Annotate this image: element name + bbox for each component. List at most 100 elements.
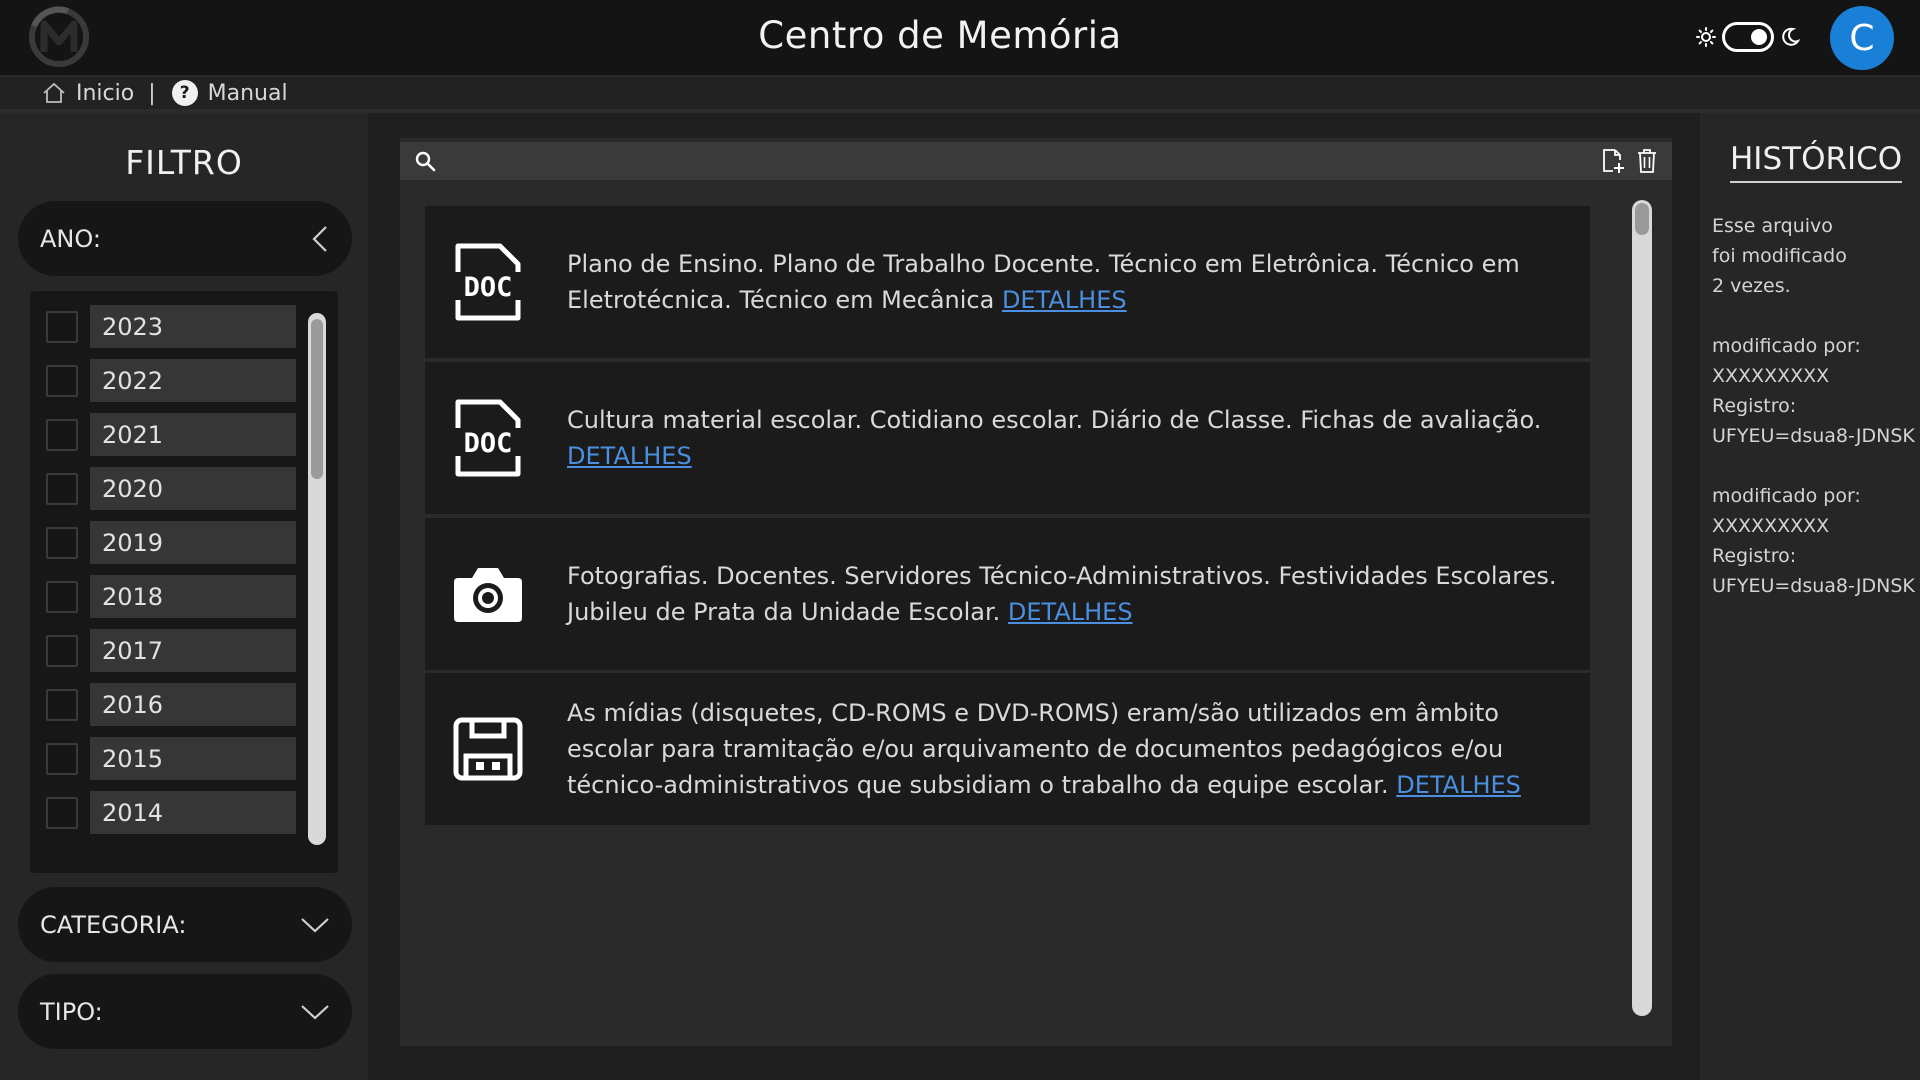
details-link[interactable]: DETALHES xyxy=(1002,286,1127,314)
theme-toggle[interactable] xyxy=(1696,22,1800,52)
switch-knob xyxy=(1751,29,1767,45)
document-description: Plano de Ensino. Plano de Trabalho Docen… xyxy=(567,246,1567,318)
history-modified-label: modificado por: xyxy=(1712,335,1861,357)
doc-icon: DOC xyxy=(452,398,524,478)
history-user: XXXXXXXXX xyxy=(1712,515,1830,537)
breadcrumb: Inicio | ? Manual xyxy=(0,75,1920,113)
breadcrumb-separator: | xyxy=(148,80,156,106)
svg-text:DOC: DOC xyxy=(464,272,513,303)
delete-button[interactable] xyxy=(1632,146,1662,176)
year-label: 2017 xyxy=(90,629,296,672)
year-list-scrollbar[interactable] xyxy=(308,313,326,845)
history-modified-label: modificado por: xyxy=(1712,485,1861,507)
home-icon xyxy=(43,82,65,103)
tipo-filter-toggle[interactable]: TIPO: xyxy=(18,974,352,1049)
history-title: HISTÓRICO xyxy=(1730,141,1903,183)
svg-text:DOC: DOC xyxy=(464,428,513,459)
document-card[interactable]: DOC Cultura material escolar. Cotidiano e… xyxy=(425,362,1590,514)
year-checkbox[interactable] xyxy=(46,472,78,505)
chevron-down-icon xyxy=(301,917,329,932)
history-intro-line: foi modificado xyxy=(1712,245,1847,267)
year-label: 2022 xyxy=(90,359,296,402)
document-text: As mídias (disquetes, CD-ROMS e DVD-ROMS… xyxy=(567,699,1504,799)
year-checkbox[interactable] xyxy=(46,526,78,559)
document-card[interactable]: DOC Plano de Ensino. Plano de Trabalho Do… xyxy=(425,206,1590,358)
year-option[interactable]: 2023 xyxy=(46,305,296,348)
year-label: 2018 xyxy=(90,575,296,618)
year-option[interactable]: 2015 xyxy=(46,737,296,780)
add-file-button[interactable] xyxy=(1598,146,1628,176)
details-link[interactable]: DETALHES xyxy=(1008,598,1133,626)
trash-icon xyxy=(1638,149,1656,173)
search-icon xyxy=(415,151,436,172)
floppy-disk-icon xyxy=(452,709,524,789)
year-checkbox[interactable] xyxy=(46,742,78,775)
details-link[interactable]: DETALHES xyxy=(567,442,692,470)
year-checkbox[interactable] xyxy=(46,688,78,721)
history-user: XXXXXXXXX xyxy=(1712,365,1830,387)
categoria-filter-toggle[interactable]: CATEGORIA: xyxy=(18,887,352,962)
filter-sidebar: FILTRO ANO: 2023 2022 2021 2020 2019 2018 2017… xyxy=(0,113,368,1080)
theme-switch[interactable] xyxy=(1722,22,1774,52)
history-record-label: Registro: xyxy=(1712,545,1797,567)
year-checkbox[interactable] xyxy=(46,580,78,613)
chevron-left-icon xyxy=(312,225,327,252)
document-text: Cultura material escolar. Cotidiano esco… xyxy=(567,406,1542,434)
year-label: 2023 xyxy=(90,305,296,348)
document-description: As mídias (disquetes, CD-ROMS e DVD-ROMS… xyxy=(567,695,1567,803)
year-label: 2020 xyxy=(90,467,296,510)
year-option[interactable]: 2014 xyxy=(46,791,296,834)
doc-icon: DOC xyxy=(452,242,524,322)
year-option[interactable]: 2016 xyxy=(46,683,296,726)
year-checkbox[interactable] xyxy=(46,310,78,343)
details-link[interactable]: DETALHES xyxy=(1396,771,1521,799)
history-record: UFYEU=dsua8-JDNSK xyxy=(1712,425,1915,447)
search-input[interactable] xyxy=(446,146,1594,176)
year-label: 2015 xyxy=(90,737,296,780)
ano-label: ANO: xyxy=(40,224,101,253)
history-panel: HISTÓRICO Esse arquivo foi modificado 2 … xyxy=(1700,113,1920,1080)
search-bar xyxy=(400,142,1672,180)
year-label: 2016 xyxy=(90,683,296,726)
filter-title: FILTRO xyxy=(125,143,243,182)
ano-filter-toggle[interactable]: ANO: xyxy=(18,201,352,276)
year-checkbox[interactable] xyxy=(46,634,78,667)
document-card[interactable]: As mídias (disquetes, CD-ROMS e DVD-ROMS… xyxy=(425,673,1590,825)
year-list: 2023 2022 2021 2020 2019 2018 2017 2016 2015 2014 xyxy=(30,291,338,873)
year-option[interactable]: 2021 xyxy=(46,413,296,456)
year-checkbox[interactable] xyxy=(46,364,78,397)
scrollbar-thumb[interactable] xyxy=(311,319,323,479)
moon-icon xyxy=(1782,27,1800,46)
document-description: Cultura material escolar. Cotidiano esco… xyxy=(567,402,1567,474)
year-label: 2019 xyxy=(90,521,296,564)
year-option[interactable]: 2019 xyxy=(46,521,296,564)
scrollbar-thumb[interactable] xyxy=(1635,203,1649,235)
breadcrumb-manual[interactable]: ? Manual xyxy=(171,80,288,106)
document-description: Fotografias. Docentes. Servidores Técnic… xyxy=(567,558,1567,630)
history-intro-line: Esse arquivo xyxy=(1712,215,1833,237)
categoria-label: CATEGORIA: xyxy=(40,910,187,939)
user-avatar[interactable]: C xyxy=(1830,6,1894,70)
year-option[interactable]: 2018 xyxy=(46,575,296,618)
breadcrumb-home[interactable]: Inicio xyxy=(42,81,134,106)
manual-label: Manual xyxy=(207,80,288,106)
sun-icon xyxy=(1696,27,1716,47)
file-add-icon xyxy=(1603,149,1624,173)
document-card[interactable]: Fotografias. Docentes. Servidores Técnic… xyxy=(425,518,1590,670)
document-list-panel: DOC Plano de Ensino. Plano de Trabalho Do… xyxy=(400,138,1672,1046)
year-option[interactable]: 2017 xyxy=(46,629,296,672)
home-label: Inicio xyxy=(76,80,135,106)
app-title: Centro de Memória xyxy=(758,14,1122,57)
year-checkbox[interactable] xyxy=(46,796,78,829)
help-icon: ? xyxy=(171,80,198,106)
year-label: 2021 xyxy=(90,413,296,456)
history-record-label: Registro: xyxy=(1712,395,1797,417)
year-label: 2014 xyxy=(90,791,296,834)
history-intro-line: 2 vezes. xyxy=(1712,275,1791,297)
year-option[interactable]: 2022 xyxy=(46,359,296,402)
top-bar: Centro de Memória C xyxy=(0,0,1920,75)
year-option[interactable]: 2020 xyxy=(46,467,296,510)
history-record: UFYEU=dsua8-JDNSK xyxy=(1712,575,1915,597)
year-checkbox[interactable] xyxy=(46,418,78,451)
document-list-scrollbar[interactable] xyxy=(1632,200,1652,1016)
